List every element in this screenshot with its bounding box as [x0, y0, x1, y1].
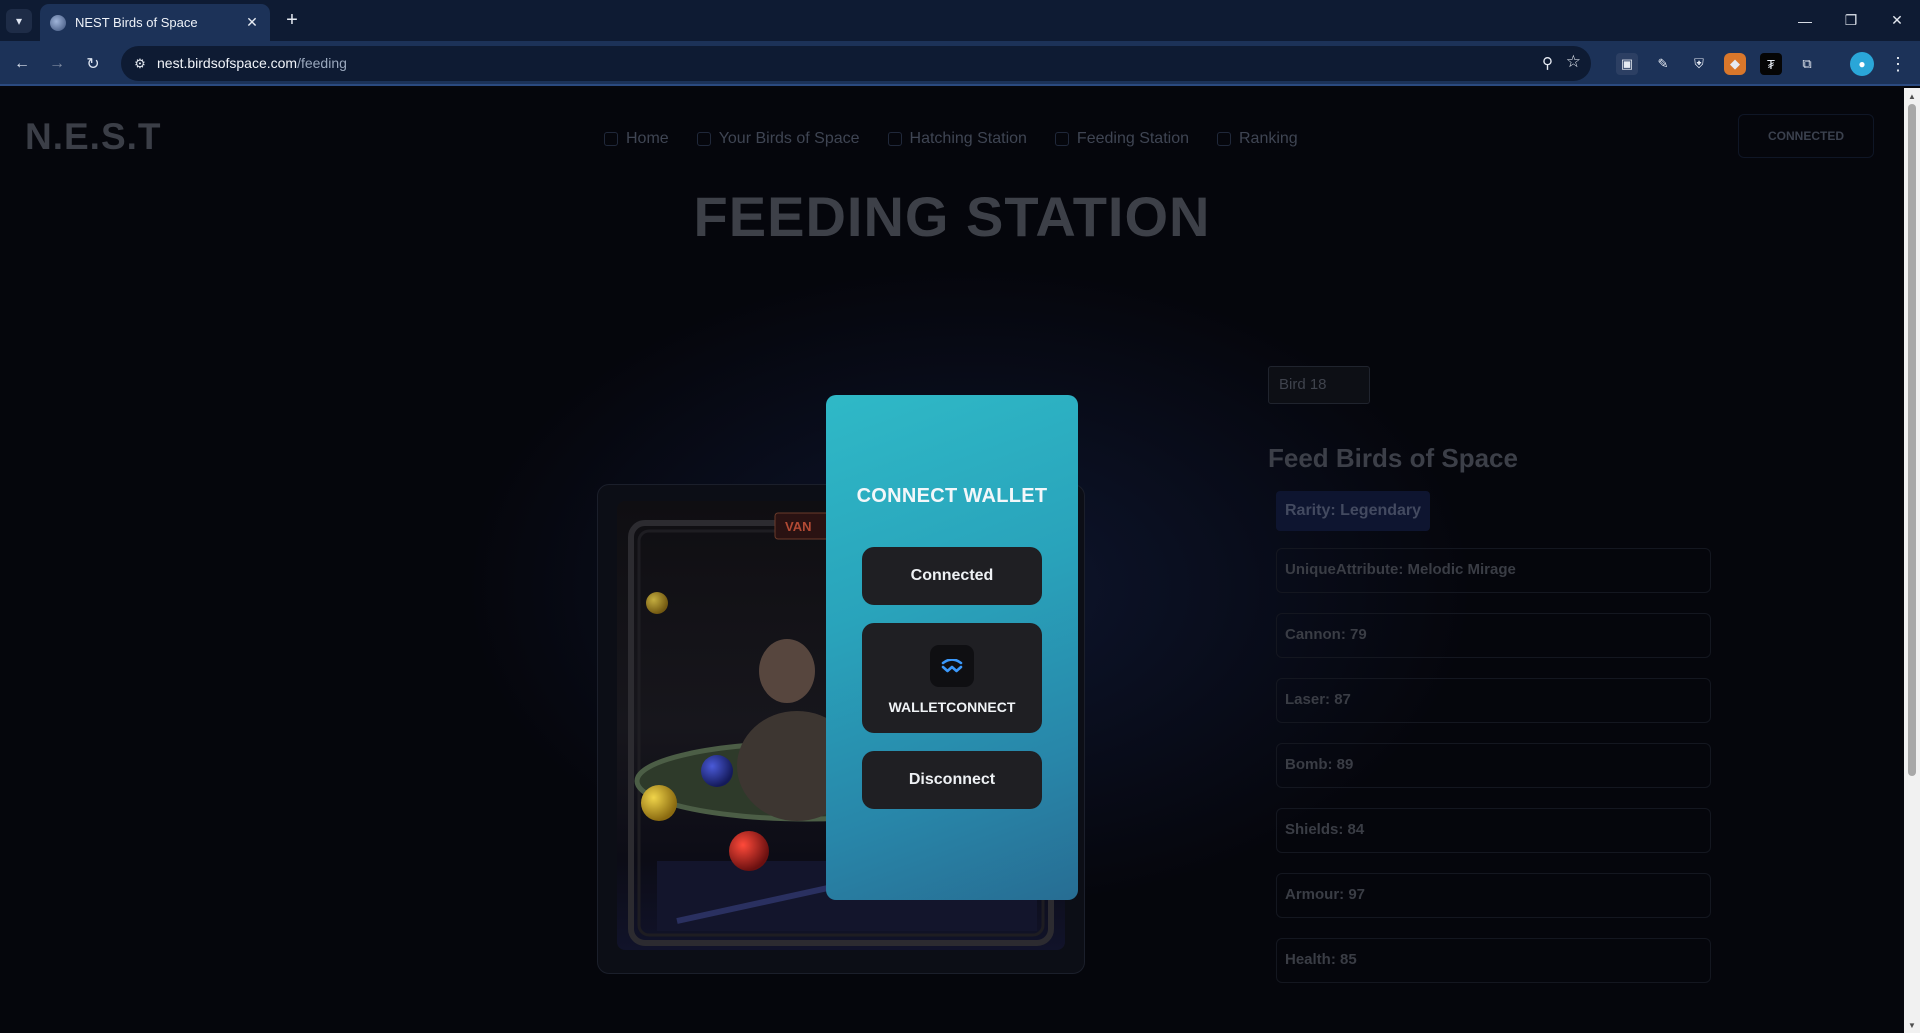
disconnect-button[interactable]: Disconnect — [862, 751, 1042, 809]
card-sign-text: VAN — [785, 519, 811, 534]
nav-hatching[interactable]: Hatching Station — [887, 130, 1027, 148]
address-bar[interactable]: ⚙ nest.birdsofspace.com/feeding ⚲ ☆ — [121, 46, 1591, 81]
food-icon — [1054, 132, 1069, 146]
zoom-icon[interactable]: ⚲ — [1542, 54, 1553, 72]
restore-icon[interactable]: ❐ — [1828, 0, 1874, 41]
browser-tab[interactable]: NEST Birds of Space ✕ — [40, 4, 270, 41]
stat-health: Health: 85 — [1276, 938, 1711, 983]
nav-feeding[interactable]: Feeding Station — [1054, 130, 1189, 148]
extension-metamask-icon[interactable]: ◆ — [1724, 53, 1746, 75]
browser-toolbar: ← → ↻ ⚙ nest.birdsofspace.com/feeding ⚲ … — [0, 41, 1920, 86]
page-scrollbar[interactable]: ▲ ▼ — [1904, 88, 1920, 1033]
nav-ranking[interactable]: Ranking — [1217, 130, 1298, 148]
nav-home[interactable]: Home — [604, 130, 669, 148]
stat-bomb: Bomb: 89 — [1276, 743, 1711, 788]
nav-label: Your Birds of Space — [718, 130, 860, 147]
egg-icon — [887, 132, 902, 146]
url-text[interactable]: nest.birdsofspace.com/feeding — [157, 55, 347, 71]
nav-label: Hatching Station — [909, 130, 1027, 147]
trophy-icon — [1217, 132, 1231, 146]
extension-shield-icon[interactable]: ⛨ — [1688, 53, 1710, 75]
panel-title: Feed Birds of Space — [1268, 443, 1518, 473]
nav-label: Home — [626, 130, 669, 147]
extension-wallet-icon[interactable]: ₮ — [1760, 53, 1782, 75]
site-logo[interactable]: N.E.S.T — [25, 116, 162, 158]
walletconnect-button[interactable]: WALLETCONNECT — [862, 623, 1042, 733]
page-content: N.E.S.T Home Your Birds of Space Hatchin… — [0, 88, 1904, 1033]
scroll-up-icon[interactable]: ▲ — [1908, 92, 1916, 101]
nav-label: Feeding Station — [1076, 130, 1189, 147]
nav-your-birds[interactable]: Your Birds of Space — [696, 130, 860, 148]
stat-laser: Laser: 87 — [1276, 678, 1711, 723]
browser-tab-bar: ▾ NEST Birds of Space ✕ + — ❐ ✕ — [0, 0, 1920, 41]
scroll-down-icon[interactable]: ▼ — [1908, 1021, 1916, 1030]
nav-label: Ranking — [1239, 130, 1298, 147]
tab-search-button[interactable]: ▾ — [6, 9, 32, 33]
minimize-icon[interactable]: — — [1782, 0, 1828, 41]
tab-close-icon[interactable]: ✕ — [244, 14, 260, 31]
modal-title: CONNECT WALLET — [856, 485, 1048, 507]
scrollbar-thumb[interactable] — [1908, 104, 1916, 776]
profile-avatar[interactable]: ● — [1850, 52, 1874, 76]
site-info-icon[interactable]: ⚙ — [131, 55, 149, 73]
forward-icon[interactable]: → — [44, 51, 70, 77]
favicon-icon — [50, 14, 66, 31]
walletconnect-icon — [930, 645, 974, 687]
stat-cannon: Cannon: 79 — [1276, 613, 1711, 658]
connection-status-button[interactable]: CONNECTED — [1738, 114, 1874, 158]
tab-title: NEST Birds of Space — [75, 15, 198, 30]
star-icon[interactable]: ☆ — [1566, 52, 1581, 72]
home-icon — [604, 132, 618, 146]
bird-icon — [696, 132, 711, 146]
menu-kebab-icon[interactable]: ⋮ — [1888, 52, 1908, 76]
stat-armour: Armour: 97 — [1276, 873, 1711, 918]
page-title: FEEDING STATION — [693, 185, 1211, 248]
back-icon[interactable]: ← — [9, 51, 35, 77]
main-nav: Home Your Birds of Space Hatching Statio… — [604, 130, 1298, 148]
extension-pen-icon[interactable]: ✎ — [1652, 53, 1674, 75]
rarity-badge: Rarity: Legendary — [1276, 491, 1431, 531]
connect-wallet-modal: CONNECT WALLET Connected WALLETCONNECT D… — [826, 395, 1078, 900]
stat-shields: Shields: 84 — [1276, 808, 1711, 853]
connected-button[interactable]: Connected — [862, 547, 1042, 605]
walletconnect-label: WALLETCONNECT — [888, 699, 1016, 715]
new-tab-button[interactable]: + — [280, 8, 304, 32]
bird-select[interactable]: Bird 18 — [1268, 366, 1370, 404]
stat-unique-attribute: UniqueAttribute: Melodic Mirage — [1276, 548, 1711, 593]
reload-icon[interactable]: ↻ — [80, 51, 106, 77]
window-close-icon[interactable]: ✕ — [1874, 0, 1920, 41]
extensions-puzzle-icon[interactable]: ⧉ — [1796, 53, 1818, 75]
extension-save-icon[interactable]: ▣ — [1616, 53, 1638, 75]
